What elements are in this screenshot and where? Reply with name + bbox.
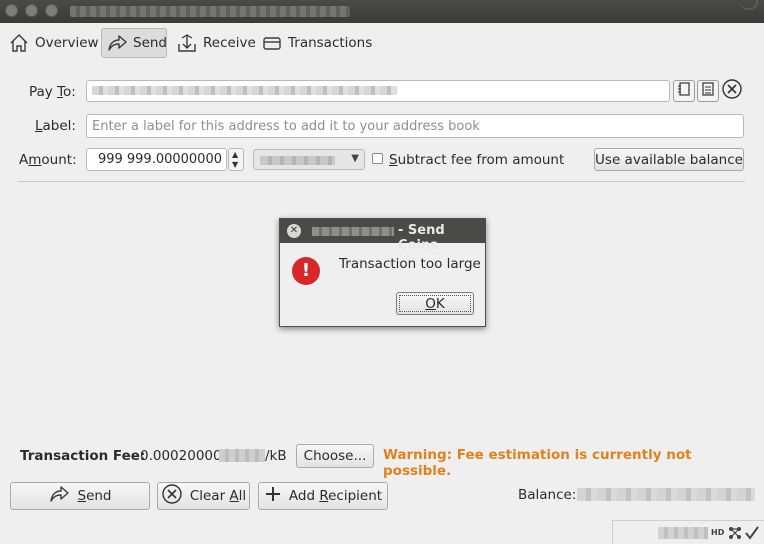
choose-fee-button[interactable]: Choose...	[296, 444, 374, 468]
label-label: Label:	[35, 118, 76, 134]
tab-transactions-label: Transactions	[288, 35, 373, 51]
clear-all-label: Clear All	[189, 488, 247, 504]
tab-overview[interactable]: Overview	[4, 28, 103, 58]
transactions-icon	[261, 32, 283, 54]
clipboard-icon	[700, 81, 716, 101]
balance-label: Balance:	[518, 487, 577, 503]
balance-value-redacted	[577, 488, 755, 501]
dialog-titlebar: ✕ - Send Coins	[280, 219, 485, 253]
unit-redacted	[260, 156, 335, 165]
send-button-label: Send	[77, 488, 112, 504]
statusbar-redacted	[658, 527, 708, 539]
fee-unit-redacted	[219, 449, 265, 462]
dialog-ok-button[interactable]: OK	[396, 292, 474, 315]
window-close-button[interactable]	[5, 4, 18, 17]
address-book-button[interactable]	[673, 80, 695, 102]
fee-warning: Warning: Fee estimation is currently not…	[383, 447, 692, 479]
window-maximize-button[interactable]	[45, 4, 58, 17]
dialog-title: - Send Coins	[398, 223, 445, 253]
form-divider	[18, 181, 745, 182]
sync-check-icon	[745, 525, 759, 544]
label-input[interactable]	[86, 114, 744, 138]
dialog-close-button[interactable]: ✕	[287, 224, 301, 238]
home-icon	[8, 32, 30, 54]
tab-send[interactable]: Send	[101, 28, 167, 58]
error-icon: !	[292, 257, 320, 285]
receive-icon	[176, 32, 198, 54]
network-icon	[727, 525, 743, 544]
send-icon	[48, 484, 70, 508]
send-icon	[106, 32, 128, 54]
fee-unit-suffix: /kB	[265, 448, 287, 464]
spin-down-icon[interactable]: ▼	[232, 161, 238, 169]
payto-label: Pay To:	[29, 84, 76, 100]
spin-up-icon[interactable]: ▲	[232, 151, 238, 159]
tab-receive-label: Receive	[203, 35, 256, 51]
transaction-fee-label: Transaction Fee:	[20, 448, 146, 464]
window-corner-decoration	[740, 0, 758, 10]
close-circle-icon	[721, 78, 743, 104]
subtract-fee-checkbox[interactable]	[372, 153, 383, 164]
plus-icon	[264, 485, 282, 507]
address-book-icon	[676, 81, 692, 101]
unit-select[interactable]: ▼	[253, 149, 365, 170]
send-coins-dialog: ✕ - Send Coins ! Transaction too large O…	[279, 218, 486, 327]
tab-send-label: Send	[133, 35, 168, 51]
payto-address-redacted	[92, 86, 397, 95]
status-bar: HD	[612, 520, 764, 544]
amount-label: Amount:	[19, 152, 77, 168]
dialog-message: Transaction too large	[339, 256, 481, 272]
send-button[interactable]: Send	[10, 482, 150, 510]
window-title-redacted	[70, 6, 350, 17]
window-titlebar	[0, 0, 764, 23]
use-available-balance-button[interactable]: Use available balance	[594, 148, 744, 171]
dialog-title-redacted	[312, 227, 394, 236]
window-minimize-button[interactable]	[25, 4, 38, 17]
tab-overview-label: Overview	[35, 35, 99, 51]
tab-receive[interactable]: Receive	[172, 28, 260, 58]
clear-all-button[interactable]: Clear All	[157, 482, 250, 510]
clear-circle-icon	[161, 483, 183, 509]
add-recipient-button[interactable]: Add Recipient	[258, 482, 388, 510]
amount-spinner[interactable]: ▲ ▼	[228, 148, 244, 171]
add-recipient-label: Add Recipient	[288, 488, 383, 504]
amount-input[interactable]	[86, 148, 227, 171]
chevron-down-icon: ▼	[351, 153, 359, 164]
transaction-fee-value: 0.00020000	[140, 448, 222, 464]
hd-indicator: HD	[711, 528, 725, 537]
remove-recipient-button[interactable]	[721, 78, 743, 104]
tab-transactions[interactable]: Transactions	[257, 28, 376, 58]
subtract-fee-label[interactable]: Subtract fee from amount	[389, 152, 564, 168]
paste-button[interactable]	[697, 80, 719, 102]
